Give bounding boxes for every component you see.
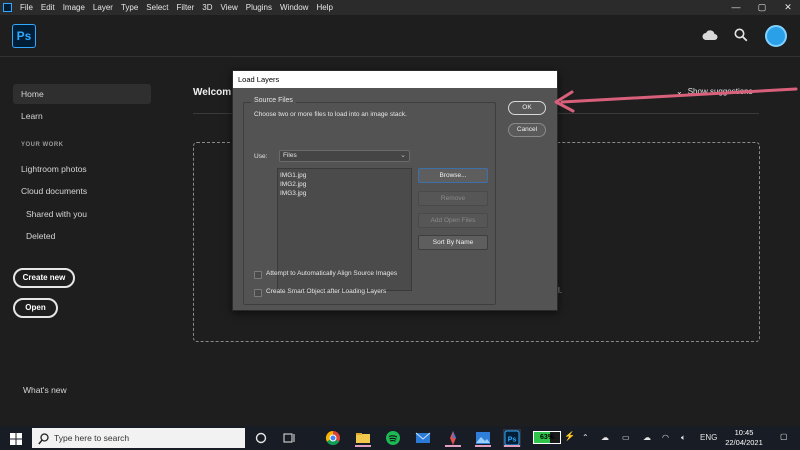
source-files-legend: Source Files: [251, 97, 296, 104]
align-images-checkbox[interactable]: [254, 271, 262, 279]
use-dropdown-value: Files: [283, 152, 297, 159]
remove-button[interactable]: Remove: [418, 191, 488, 206]
list-item[interactable]: IMG1.jpg: [280, 171, 409, 180]
avatar[interactable]: [765, 25, 787, 47]
welcome-heading: Welcom: [193, 87, 232, 98]
photoshop-icon[interactable]: Ps: [503, 429, 521, 447]
battery-percent: 63%: [539, 434, 554, 441]
active-indicator: [475, 445, 491, 447]
notifications-icon[interactable]: ▢: [780, 432, 788, 441]
menu-file[interactable]: File: [16, 0, 37, 15]
sidebar-item-lightroom-photos[interactable]: Lightroom photos: [21, 164, 87, 174]
drop-zone-text-fragment: l.: [558, 286, 562, 295]
open-button[interactable]: Open: [13, 298, 58, 318]
cloud-icon[interactable]: [702, 28, 718, 46]
menu-select[interactable]: Select: [142, 0, 172, 15]
maximize-button[interactable]: ▢: [750, 0, 774, 15]
sidebar-item-home[interactable]: Home: [13, 84, 151, 104]
windows-start-icon[interactable]: [10, 432, 22, 450]
clock-date: 22/04/2021: [725, 438, 763, 447]
active-indicator: [445, 445, 461, 447]
widgets-icon[interactable]: [280, 429, 298, 447]
spotify-icon[interactable]: [384, 429, 402, 447]
ok-button[interactable]: OK: [508, 101, 546, 115]
svg-text:Ps: Ps: [508, 437, 517, 444]
active-indicator: [504, 445, 520, 447]
menu-3d[interactable]: 3D: [198, 0, 216, 15]
dialog-title[interactable]: Load Layers: [233, 71, 557, 88]
sidebar-item-cloud-documents[interactable]: Cloud documents: [21, 186, 87, 196]
desktop-screen: File Edit Image Layer Type Select Filter…: [0, 0, 800, 450]
photoshop-mini-icon: [3, 3, 12, 12]
add-open-files-button[interactable]: Add Open Files: [418, 213, 488, 228]
menu-layer[interactable]: Layer: [89, 0, 117, 15]
chevron-up-icon[interactable]: ⌃: [582, 433, 589, 442]
search-icon: [38, 432, 49, 450]
create-new-button[interactable]: Create new: [13, 268, 75, 288]
clock[interactable]: 10:45 22/04/2021: [722, 428, 766, 448]
taskbar-search-box[interactable]: Type here to search: [32, 428, 245, 448]
annotation-arrow-icon: [554, 87, 798, 113]
sort-by-name-button[interactable]: Sort By Name: [418, 235, 488, 250]
menu-edit[interactable]: Edit: [37, 0, 59, 15]
battery-charging-icon: ⚡: [564, 431, 576, 441]
smart-object-label: Create Smart Object after Loading Layers: [266, 288, 387, 295]
active-indicator: [355, 445, 371, 447]
menu-bar: File Edit Image Layer Type Select Filter…: [0, 0, 800, 15]
language-indicator[interactable]: ENG: [700, 433, 717, 442]
volume-icon[interactable]: 🔈︎: [681, 433, 686, 443]
display-icon[interactable]: ▭: [622, 433, 630, 442]
search-placeholder: Type here to search: [54, 433, 130, 443]
photoshop-logo: Ps: [12, 24, 36, 48]
menu-window[interactable]: Window: [276, 0, 312, 15]
chevron-down-icon: ⌄: [400, 152, 406, 159]
use-label: Use:: [254, 153, 268, 160]
app-icon[interactable]: [444, 429, 462, 447]
list-item[interactable]: IMG2.jpg: [280, 180, 409, 189]
browse-button[interactable]: Browse...: [418, 168, 488, 183]
file-explorer-icon[interactable]: [354, 429, 372, 447]
use-dropdown[interactable]: Files ⌄: [279, 150, 410, 162]
wifi-icon[interactable]: ◠: [662, 433, 669, 442]
menu-plugins[interactable]: Plugins: [242, 0, 276, 15]
mail-icon[interactable]: [414, 429, 432, 447]
whats-new-link[interactable]: What's new: [23, 385, 67, 395]
search-icon[interactable]: [734, 28, 748, 47]
sidebar-item-learn[interactable]: Learn: [21, 111, 43, 121]
sidebar-section-label: YOUR WORK: [21, 142, 64, 148]
battery-indicator[interactable]: 63%: [533, 431, 561, 444]
menu-image[interactable]: Image: [59, 0, 89, 15]
sidebar-item-shared-with-you[interactable]: Shared with you: [26, 209, 87, 219]
cloud-sync-icon[interactable]: ☁: [643, 433, 651, 442]
menu-type[interactable]: Type: [117, 0, 142, 15]
cancel-button[interactable]: Cancel: [508, 123, 546, 137]
chrome-icon[interactable]: [324, 429, 342, 447]
menu-help[interactable]: Help: [312, 0, 336, 15]
align-images-label: Attempt to Automatically Align Source Im…: [266, 270, 398, 277]
sidebar-item-deleted[interactable]: Deleted: [26, 231, 55, 241]
list-item[interactable]: IMG3.jpg: [280, 189, 409, 198]
taskbar: Type here to search Ps 63% ⚡ ⌃ ☁ ▭ ☁ ◠ 🔈…: [0, 426, 800, 450]
load-layers-dialog: Load Layers Source Files Choose two or m…: [232, 70, 558, 311]
onedrive-icon[interactable]: ☁: [601, 433, 609, 442]
app-header: Ps: [0, 15, 800, 57]
close-button[interactable]: ✕: [776, 0, 800, 15]
smart-object-checkbox[interactable]: [254, 289, 262, 297]
minimize-button[interactable]: —: [724, 0, 748, 15]
menu-view[interactable]: View: [217, 0, 242, 15]
photos-icon[interactable]: [474, 429, 492, 447]
clock-time: 10:45: [734, 428, 754, 437]
dialog-description: Choose two or more files to load into an…: [254, 111, 407, 118]
menu-filter[interactable]: Filter: [173, 0, 199, 15]
task-view-icon[interactable]: [252, 429, 270, 447]
